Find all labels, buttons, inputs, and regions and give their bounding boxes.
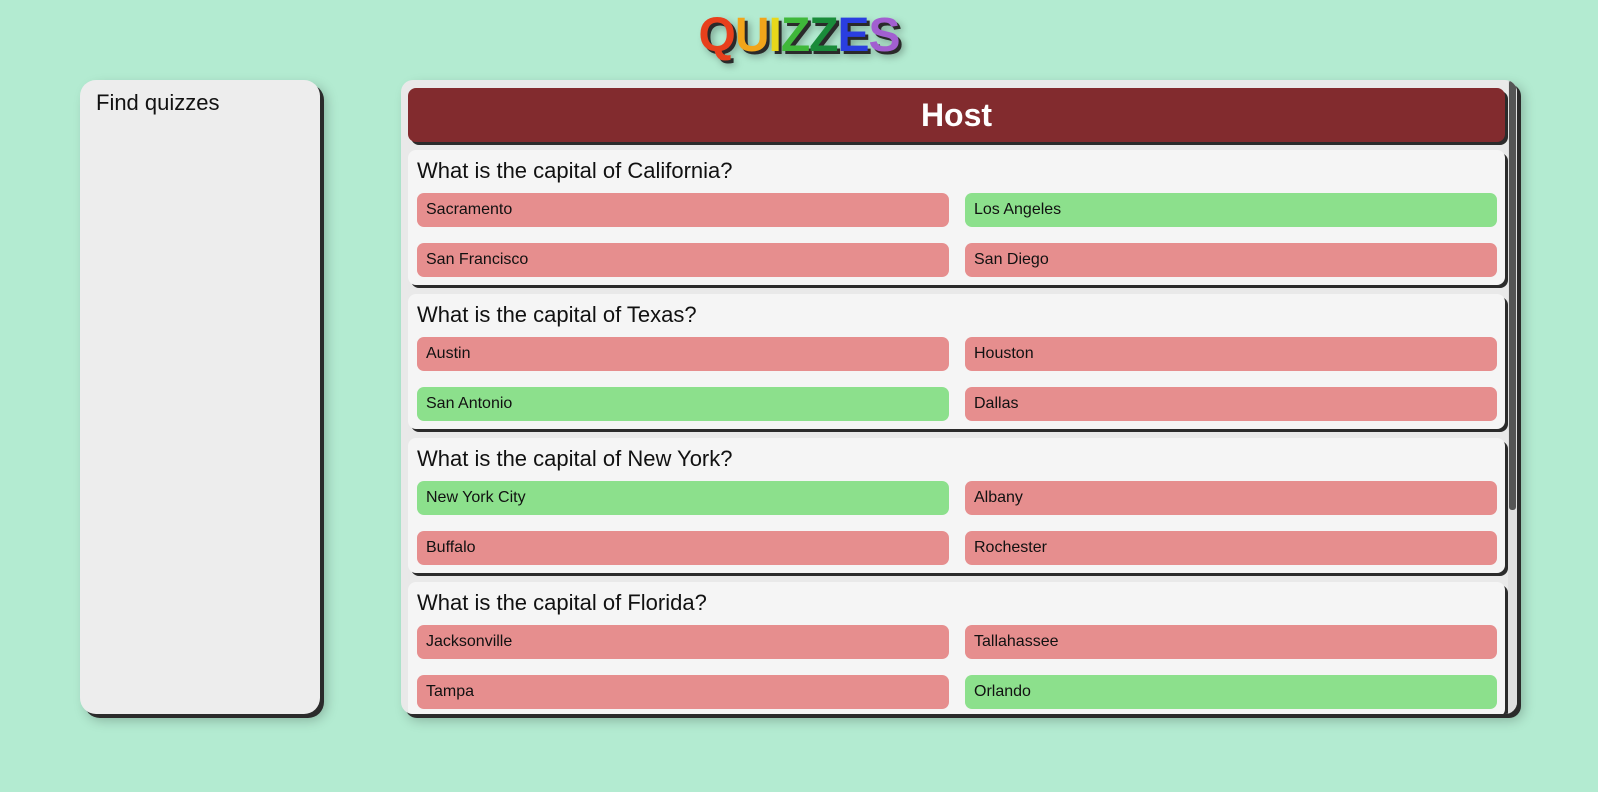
answer-option[interactable]: Dallas [965, 387, 1497, 421]
question-card: What is the capital of New York? New Yor… [408, 438, 1505, 573]
answer-option[interactable]: Orlando [965, 675, 1497, 709]
question-card: What is the capital of California? Sacra… [408, 150, 1505, 285]
answer-option[interactable]: Tampa [417, 675, 949, 709]
answer-option[interactable]: Houston [965, 337, 1497, 371]
answer-option[interactable]: San Diego [965, 243, 1497, 277]
logo-letter: S [868, 9, 901, 62]
find-quizzes-title: Find quizzes [96, 90, 220, 115]
question-text: What is the capital of New York? [417, 446, 733, 471]
logo-letter: Q [698, 9, 735, 62]
find-quizzes-panel: Find quizzes [80, 80, 320, 714]
question-card: What is the capital of Florida? Jacksonv… [408, 582, 1505, 714]
question-text: What is the capital of California? [417, 158, 733, 183]
answer-option[interactable]: Jacksonville [417, 625, 949, 659]
answer-option[interactable]: Austin [417, 337, 949, 371]
answer-option[interactable]: Sacramento [417, 193, 949, 227]
logo-letter: Z [809, 9, 838, 62]
host-scrollbar[interactable] [1508, 80, 1517, 714]
host-header: Host [408, 88, 1505, 142]
answer-option[interactable]: Tallahassee [965, 625, 1497, 659]
answer-option[interactable]: Albany [965, 481, 1497, 515]
answer-option[interactable]: San Antonio [417, 387, 949, 421]
question-text: What is the capital of Florida? [417, 590, 707, 615]
scrollbar-thumb[interactable] [1509, 80, 1516, 510]
logo-letter: E [837, 9, 869, 62]
quizzes-logo: QUIZZES [0, 8, 1598, 64]
answer-option[interactable]: Los Angeles [965, 193, 1497, 227]
logo-letter: I [768, 9, 781, 62]
logo-letter: U [734, 9, 770, 62]
question-list: What is the capital of California? Sacra… [408, 150, 1505, 714]
question-text: What is the capital of Texas? [417, 302, 697, 327]
question-card: What is the capital of Texas? Austin Hou… [408, 294, 1505, 429]
answer-option[interactable]: Rochester [965, 531, 1497, 565]
answer-option[interactable]: New York City [417, 481, 949, 515]
logo-letter: Z [780, 9, 810, 62]
host-panel: Host What is the capital of California? … [401, 80, 1517, 714]
answer-option[interactable]: San Francisco [417, 243, 949, 277]
answer-option[interactable]: Buffalo [417, 531, 949, 565]
